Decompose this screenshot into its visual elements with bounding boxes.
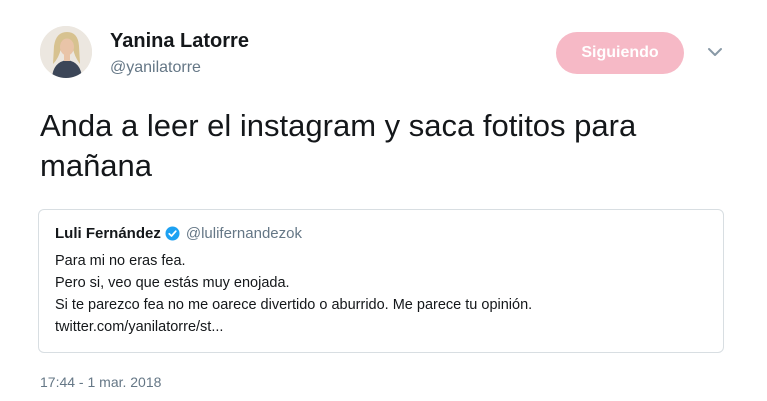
quoted-tweet-body: Para mi no eras fea. Pero si, veo que es… [55,250,532,338]
quoted-author-name: Luli Fernández [55,225,161,242]
quoted-tweet-line: Si te parezco fea no me oarece divertido… [55,297,533,313]
author-name[interactable]: Yanina Latorre [110,30,249,53]
avatar-photo [40,26,92,78]
quoted-author-handle: @lulifernandezok [185,225,302,242]
author-handle[interactable]: @yanilatorre [110,59,201,77]
tweet-text: Anda a leer el instagram y saca fotitos … [40,108,637,183]
following-button[interactable]: Siguiendo [556,32,684,74]
quoted-tweet-line: Pero si, veo que estás muy enojada. [55,275,290,291]
quoted-tweet-link[interactable]: twitter.com/yanilatorre/st... [55,316,532,338]
quoted-tweet-header: Luli Fernández @lulifernandezok [55,225,302,242]
verified-badge-icon [165,226,180,241]
quoted-tweet-card[interactable]: Luli Fernández @lulifernandezok Para mi … [38,209,724,353]
quoted-tweet-line: Para mi no eras fea. [55,253,186,269]
chevron-down-icon [708,48,722,56]
tweet-timestamp[interactable]: 17:44 - 1 mar. 2018 [40,374,161,390]
tweet-menu-button[interactable] [704,44,726,60]
avatar[interactable] [40,26,92,78]
